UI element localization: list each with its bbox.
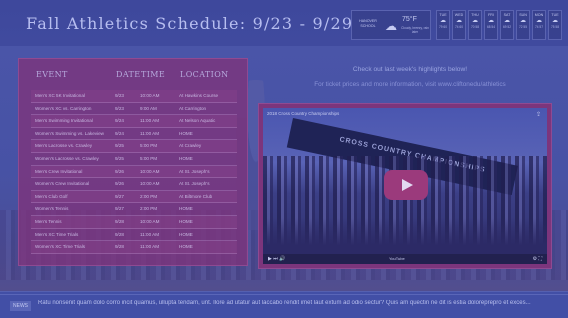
- forecast-day: THU ☁ 70 58: [468, 10, 482, 40]
- table-row: Women's Swimming vs. Lakeview 9/24 11:00 A…: [31, 128, 237, 141]
- header: Fall Athletics Schedule: 9/23 - 9/29 HAN…: [0, 0, 568, 46]
- forecast-day: TUE ☁ 79 60: [436, 10, 450, 40]
- ticker-divider: [0, 294, 568, 295]
- schedule-header: EVENT DATE TIME LOCATION: [19, 70, 247, 84]
- cloud-icon: ☁: [536, 18, 542, 24]
- header-date: DATE: [116, 70, 141, 79]
- play-icon: [402, 179, 413, 191]
- play-pause-icon[interactable]: ▶ ⏭ 🔊: [268, 256, 285, 262]
- video-player[interactable]: CROSS COUNTRY CHAMPIONSHIPS 2018 Cross C…: [263, 108, 547, 264]
- table-row: Men's XC Time Trials 9/28 11:00 AM HOME: [31, 229, 237, 242]
- cloud-icon: ☁: [520, 18, 526, 24]
- weather-location: HANOVER SCHOOL: [359, 19, 377, 28]
- cloud-icon: ☁: [440, 18, 446, 24]
- table-row: Women's XC vs. Carrington 9/23 9:00 AM At C…: [31, 103, 237, 116]
- cloud-icon: ☁: [488, 18, 494, 24]
- forecast-day: TUE ☁ 75 58: [548, 10, 562, 40]
- table-row: Women's Crew Invitational 9/26 10:00 AM At …: [31, 178, 237, 191]
- share-icon[interactable]: ⇪: [536, 111, 541, 118]
- highlights-caption: Check out last week's highlights below!: [352, 66, 468, 73]
- cloud-icon: ☁: [472, 18, 478, 24]
- ticket-info-caption: For ticket prices and more information, …: [314, 81, 506, 88]
- table-row: Women's XC Time Trials 9/28 11:00 AM HOME: [31, 241, 237, 254]
- current-weather-widget: HANOVER SCHOOL ☁ 75°F Cloudy, breezy, ra…: [351, 10, 431, 40]
- video-controls: ▶ ⏭ 🔊 YouTube ⚙ ⛶: [263, 254, 547, 264]
- table-row: Women's Tennis 9/27 2:00 PM HOME: [31, 203, 237, 216]
- header-time: TIME: [141, 70, 166, 79]
- signage-screen: Fall Athletics Schedule: 9/23 - 9/29 HAN…: [0, 0, 568, 318]
- forecast-strip: TUE ☁ 79 60 WED ☁ 74 60 THU ☁ 70 58 FRI ☁ 68 54 …: [436, 10, 562, 40]
- table-row: Men's Swimming Invitational 9/24 11:00 AM A…: [31, 115, 237, 128]
- cloud-icon: ☁: [552, 18, 558, 24]
- header-event: EVENT: [36, 70, 68, 79]
- cloud-icon: ☁: [456, 18, 462, 24]
- schedule-rows: Men's XC 5K Invitational 9/23 10:00 AM At H…: [31, 90, 237, 254]
- cloud-icon: ☁: [504, 18, 510, 24]
- table-row: Men's Lacrosse vs. Crawley 9/25 5:00 PM At …: [31, 140, 237, 153]
- forecast-day: SUN ☁ 72 55: [516, 10, 530, 40]
- forecast-day: FRI ☁ 68 54: [484, 10, 498, 40]
- table-row: Men's Tennis 9/28 10:00 AM HOME: [31, 215, 237, 229]
- video-brand[interactable]: YouTube: [389, 256, 405, 261]
- schedule-table: EVENT DATE TIME LOCATION Men's XC 5K Inv…: [18, 58, 248, 266]
- weather-description: Cloudy, breezy, rain later: [401, 26, 429, 34]
- table-row: Men's XC 5K Invitational 9/23 10:00 AM At H…: [31, 90, 237, 103]
- cloud-rain-icon: ☁: [385, 19, 397, 33]
- fullscreen-icon[interactable]: ⚙ ⛶: [533, 256, 542, 262]
- video-frame: CROSS COUNTRY CHAMPIONSHIPS 2018 Cross C…: [258, 103, 552, 269]
- video-title[interactable]: 2018 Cross Country Championships: [267, 111, 339, 116]
- forecast-day: WED ☁ 74 60: [452, 10, 466, 40]
- forecast-day: MON ☁ 74 57: [532, 10, 546, 40]
- table-row: Women's Lacrosse vs. Crawley 9/25 5:00 PM H…: [31, 153, 237, 166]
- forecast-day: SAT ☁ 69 52: [500, 10, 514, 40]
- table-row: Men's Club Golf 9/27 2:00 PM At Biltmore Cl…: [31, 190, 237, 204]
- weather-temperature: 75°F: [402, 16, 417, 23]
- page-title: Fall Athletics Schedule: 9/23 - 9/29: [26, 14, 354, 33]
- news-ticker: NEWS Ratu nonsenit quam dolo corro incit…: [0, 291, 568, 318]
- header-location: LOCATION: [180, 70, 229, 79]
- ticker-label: NEWS: [10, 301, 31, 311]
- table-row: Men's Crew Invitational 9/26 10:00 AM At St…: [31, 165, 237, 179]
- ticker-text: Ratu nonsenit quam dolo corro incit quam…: [38, 300, 531, 306]
- play-button[interactable]: [384, 170, 428, 200]
